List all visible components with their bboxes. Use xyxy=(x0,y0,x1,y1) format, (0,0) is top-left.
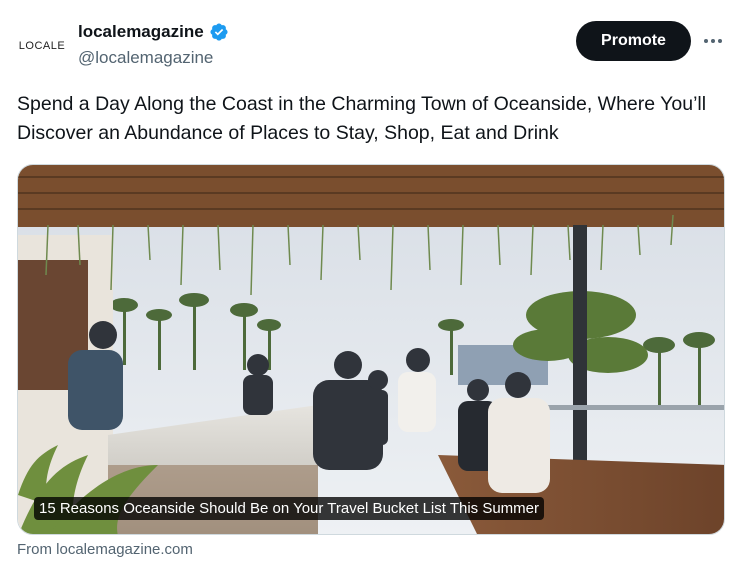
author-name-row: localemagazine xyxy=(78,22,229,42)
user-handle[interactable]: @localemagazine xyxy=(78,48,213,68)
card-title: 15 Reasons Oceanside Should Be on Your T… xyxy=(34,497,545,520)
card-photo xyxy=(18,165,724,534)
avatar-logo-text: LOCALE xyxy=(18,40,66,52)
verified-badge-icon xyxy=(210,23,228,41)
card-source-link[interactable]: From localemagazine.com xyxy=(17,541,193,558)
display-name[interactable]: localemagazine xyxy=(78,22,204,42)
tweet-text: Spend a Day Along the Coast in the Charm… xyxy=(17,93,707,144)
more-dots-icon[interactable] xyxy=(700,28,726,54)
link-card[interactable]: 15 Reasons Oceanside Should Be on Your T… xyxy=(17,164,725,535)
avatar[interactable]: LOCALE xyxy=(16,20,68,72)
promote-button[interactable]: Promote xyxy=(576,21,691,61)
